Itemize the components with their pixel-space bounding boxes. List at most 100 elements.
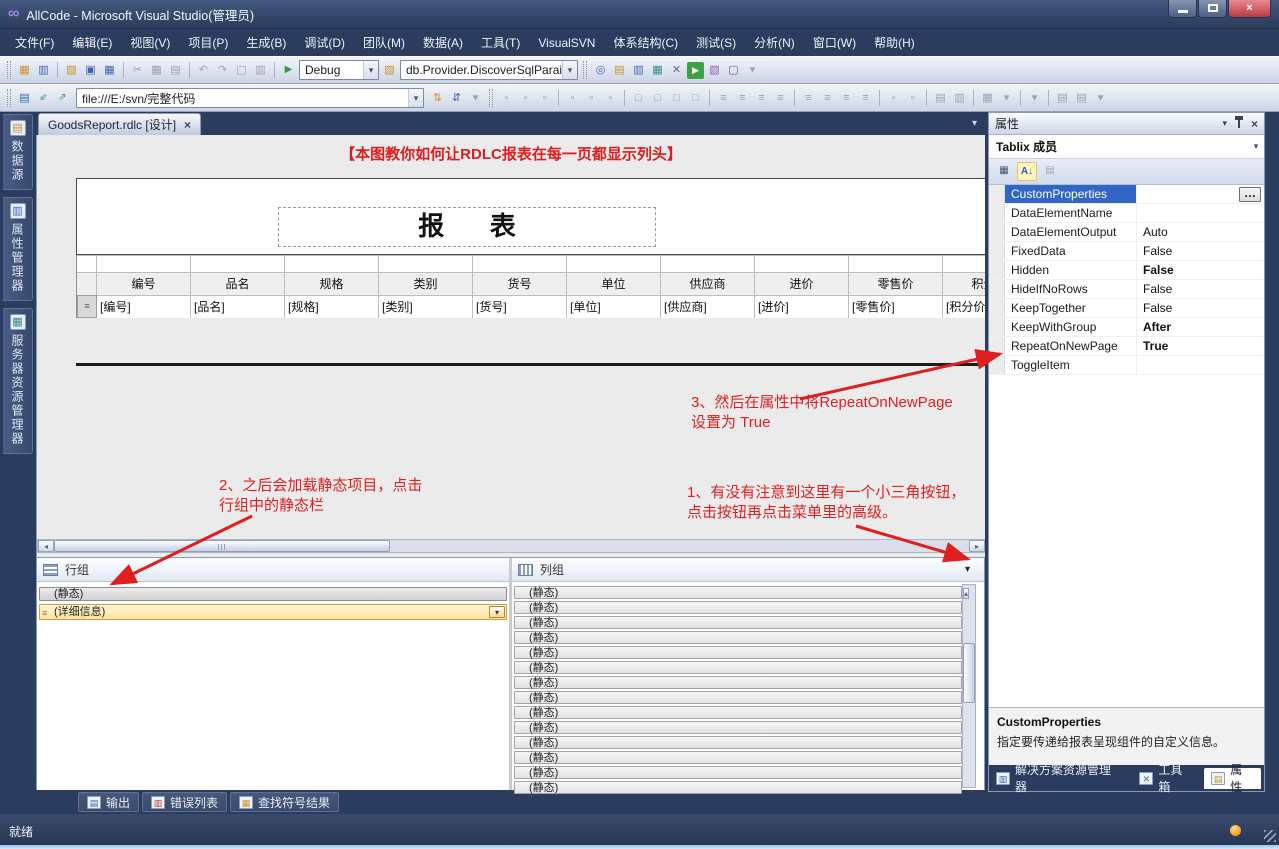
property-name[interactable]: CustomProperties (1005, 185, 1137, 203)
cut-icon[interactable]: ✂ (129, 62, 146, 79)
open-file-icon[interactable]: ▨ (63, 62, 80, 79)
navigate-forward-icon[interactable]: ⇗ (54, 90, 71, 107)
property-name[interactable]: HideIfNoRows (1005, 280, 1137, 298)
column-group-item[interactable]: (静态) (514, 601, 962, 614)
promote-icon[interactable]: ⇅ (429, 90, 446, 107)
copy-project-icon[interactable]: ▧ (706, 62, 723, 79)
menu-item[interactable]: 测试(S) (687, 30, 745, 55)
tablix-header-cell[interactable]: 供应商 (661, 272, 755, 295)
navigate-backward-icon[interactable]: ⇙ (35, 90, 52, 107)
tablix-header-cell[interactable]: 规格 (285, 272, 379, 295)
minimize-button[interactable] (1168, 0, 1197, 18)
close-icon[interactable]: × (1251, 117, 1258, 131)
column-group-item[interactable]: (静态) (514, 766, 962, 779)
menu-item[interactable]: VisualSVN (529, 32, 604, 54)
toolbar-separator[interactable] (1048, 90, 1049, 106)
property-value[interactable]: False (1137, 299, 1264, 317)
column-group-item[interactable]: (静态) (514, 706, 962, 719)
close-button[interactable]: × (1228, 0, 1271, 18)
menu-item[interactable]: 生成(B) (237, 30, 295, 55)
categorized-icon[interactable]: ▦ (994, 162, 1014, 181)
property-row[interactable]: ToggleItem (989, 356, 1264, 375)
resize-grip[interactable] (1264, 830, 1276, 842)
add-item-icon[interactable]: ▥ (35, 62, 52, 79)
tool-window-tab[interactable]: ▤ 属性 (1204, 763, 1261, 794)
drag-handle-icon[interactable]: ≡ (42, 606, 47, 620)
property-name[interactable]: RepeatOnNewPage (1005, 337, 1137, 355)
format-document-icon[interactable]: ▤ (1054, 90, 1071, 107)
v-spacing-decrease-icon[interactable]: ≡ (838, 90, 855, 107)
sidebar-vertical-tab[interactable]: ▤ 数据源 (3, 114, 33, 190)
tablix-header-cell[interactable]: 品名 (191, 272, 285, 295)
tablix-data-cell[interactable]: [品名] (191, 295, 285, 318)
tablix-cell[interactable] (97, 255, 191, 272)
properties-title-bar[interactable]: 属性 ▾ × (989, 113, 1264, 135)
toolbar-separator[interactable] (1020, 90, 1021, 106)
scrollbar-thumb[interactable] (54, 540, 390, 552)
h-spacing-equal-icon[interactable]: ≡ (715, 90, 732, 107)
property-value[interactable]: True (1137, 337, 1264, 355)
scroll-up-icon[interactable]: ▴ (963, 588, 970, 599)
align-centers-icon[interactable]: ▫ (517, 90, 534, 107)
column-group-item[interactable]: (静态) (514, 721, 962, 734)
toolbar-separator[interactable] (189, 62, 190, 78)
scrollbar-thumb[interactable] (963, 643, 975, 703)
property-row[interactable]: DataElementOutput Auto (989, 223, 1264, 242)
property-value[interactable]: False (1137, 242, 1264, 260)
menu-item[interactable]: 视图(V) (121, 30, 179, 55)
maximize-button[interactable] (1198, 0, 1227, 18)
ellipsis-button[interactable]: … (1239, 187, 1261, 202)
solution-configurations-combo[interactable]: Debug ▾ (299, 60, 379, 80)
tab-order-icon[interactable]: ▦ (979, 90, 996, 107)
column-group-item[interactable]: (静态) (514, 691, 962, 704)
toolbar-separator[interactable] (274, 62, 275, 78)
toolbar-separator[interactable] (624, 90, 625, 106)
menu-item[interactable]: 窗口(W) (804, 30, 865, 55)
tablix-cell[interactable] (567, 255, 661, 272)
column-group-item[interactable]: (静态) (514, 781, 962, 794)
property-row[interactable]: HideIfNoRows False (989, 280, 1264, 299)
menu-item[interactable]: 团队(M) (354, 30, 414, 55)
export-icon[interactable]: ▶ (687, 61, 704, 79)
vertical-scrollbar[interactable]: ▴ (962, 584, 976, 788)
object-browser-icon[interactable]: ▦ (649, 62, 666, 79)
tablix-cell[interactable] (661, 255, 755, 272)
tool-window-tab[interactable]: ▥ 解决方案资源管理器 (989, 763, 1129, 794)
toolbar-overflow-icon[interactable]: ▾ (998, 90, 1015, 107)
property-name[interactable]: KeepTogether (1005, 299, 1137, 317)
property-name[interactable]: Hidden (1005, 261, 1137, 279)
menu-item[interactable]: 工具(T) (472, 30, 529, 55)
tablix-cell[interactable] (191, 255, 285, 272)
chevron-down-icon[interactable]: ▾ (562, 61, 577, 79)
row-handle-icon[interactable]: ≡ (77, 295, 97, 318)
navigate-window-icon[interactable]: ▢ (233, 62, 250, 79)
check-style-icon[interactable]: ⇵ (448, 90, 465, 107)
row-group-item[interactable]: ≡ (详细信息) ▾ (39, 604, 507, 620)
property-row[interactable]: KeepTogether False (989, 299, 1264, 318)
size-to-grid-icon[interactable]: □ (687, 90, 704, 107)
title-bar[interactable]: ∞ AllCode - Microsoft Visual Studio(管理员)… (0, 0, 1279, 29)
tools-icon[interactable]: ✕ (668, 62, 685, 79)
sync-icon[interactable]: ▥ (252, 62, 269, 79)
property-value[interactable] (1137, 356, 1264, 374)
tablix-header-cell[interactable]: 零售价 (849, 272, 943, 295)
align-middles-icon[interactable]: ▫ (583, 90, 600, 107)
copy-icon[interactable]: ▦ (148, 62, 165, 79)
sidebar-vertical-tab[interactable]: ▥ 属性管理器 (3, 197, 33, 301)
tablix-header-cell[interactable]: 单位 (567, 272, 661, 295)
redo-icon[interactable]: ↷ (214, 62, 231, 79)
property-pages-icon[interactable]: ▤ (1040, 162, 1060, 181)
tablix-header-cell[interactable]: 进价 (755, 272, 849, 295)
property-name[interactable]: FixedData (1005, 242, 1137, 260)
toolbar-separator[interactable] (973, 90, 974, 106)
property-row[interactable]: Hidden False (989, 261, 1264, 280)
column-group-item[interactable]: (静态) (514, 616, 962, 629)
pin-icon[interactable] (1234, 115, 1243, 128)
command-window-icon[interactable]: ▢ (725, 62, 742, 79)
tablix-cell[interactable] (379, 255, 473, 272)
menu-item[interactable]: 体系结构(C) (604, 30, 687, 55)
property-value[interactable] (1137, 204, 1264, 222)
tablix-header-cell[interactable]: 编号 (97, 272, 191, 295)
object-selector-combo[interactable]: Tablix 成员 ▾ (989, 135, 1264, 159)
properties-window-icon[interactable]: ▤ (611, 62, 628, 79)
